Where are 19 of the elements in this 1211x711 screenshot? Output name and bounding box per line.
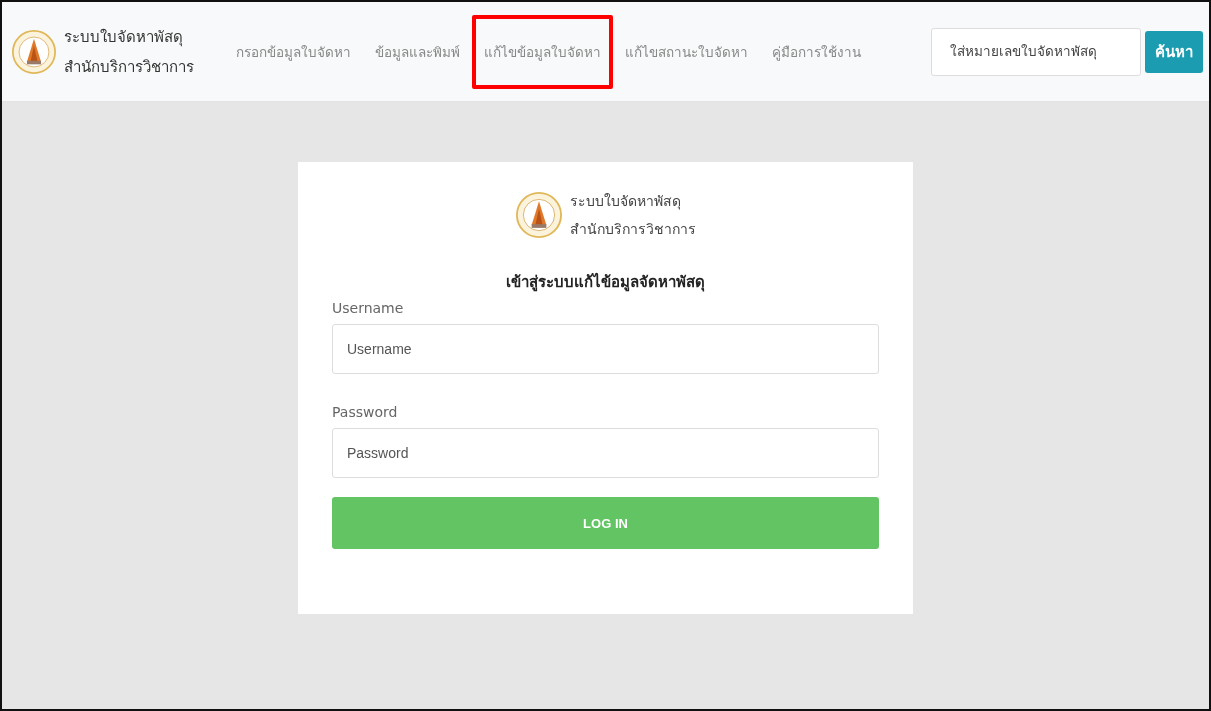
- nav-link[interactable]: คู่มือการใช้งาน: [760, 14, 873, 89]
- login-button[interactable]: LOG IN: [332, 497, 879, 549]
- brand-subtitle: สำนักบริการวิชาการ: [569, 220, 696, 239]
- emblem-logo: [515, 192, 562, 238]
- brand-title: ระบบใบจัดหาพัสดุ: [64, 26, 184, 49]
- nav-link[interactable]: แก้ไขสถานะใบจัดหา: [613, 14, 760, 89]
- search-button[interactable]: ค้นหา: [1145, 30, 1203, 73]
- brand-title: ระบบใบจัดหาพัสดุ: [569, 192, 682, 212]
- nav-link[interactable]: แก้ไขข้อมูลใบจัดหา: [472, 14, 613, 89]
- field-label: Password: [332, 404, 399, 420]
- brand-subtitle: สำนักบริการวิชาการ: [64, 56, 194, 78]
- search-field[interactable]: ใส่หมายเลขใบจัดหาพัสดุ: [931, 27, 1141, 76]
- nav-link[interactable]: กรอกข้อมูลใบจัดหา: [224, 14, 363, 89]
- input-field[interactable]: Password: [332, 428, 879, 478]
- nav-link[interactable]: ข้อมูลและพิมพ์: [363, 14, 472, 89]
- emblem-logo: [12, 29, 56, 74]
- input-field[interactable]: Username: [332, 324, 879, 374]
- login-heading: เข้าสู่ระบบแก้ไข้อมูลจัดหาพัสดุ: [505, 271, 706, 294]
- field-label: Username: [332, 300, 405, 316]
